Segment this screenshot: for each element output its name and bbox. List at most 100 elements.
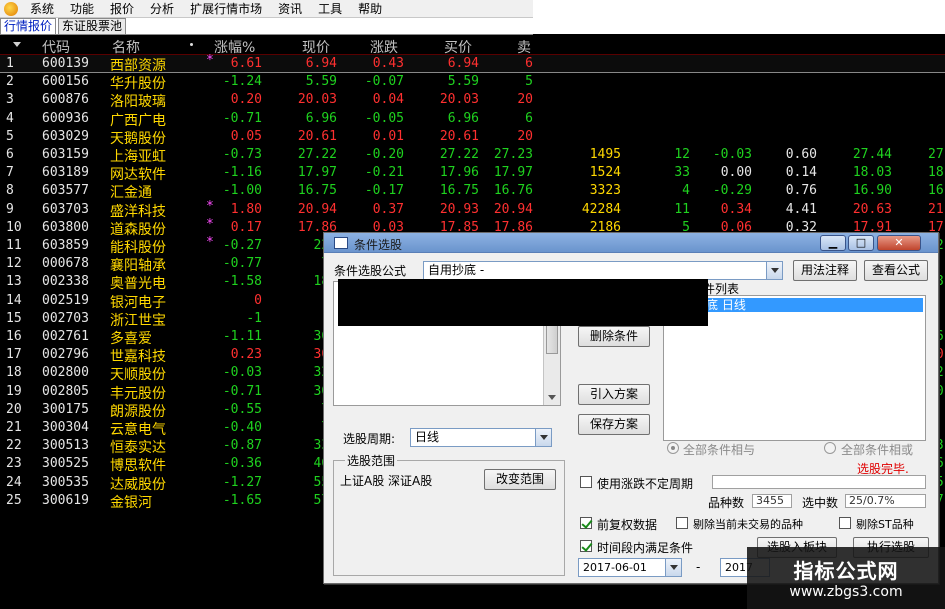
col-code[interactable]: 代码 [42,37,70,57]
stock-name: 朗源股份 [110,404,166,420]
radio-all-and[interactable] [667,442,679,454]
stock-name: 云意电气 [110,422,166,438]
dialog-title-bar[interactable]: 条件选股 ▁ □ ✕ [324,233,938,253]
stock-code: 603029 [42,129,89,144]
radio-all-or-label[interactable]: 全部条件相或 [841,441,913,458]
menu-item-function[interactable]: 功能 [62,0,102,18]
col-price[interactable]: 现价 [302,37,330,57]
stock-code: 002519 [42,293,89,308]
stock-name: 能科股份 [110,240,166,256]
row-number: 19 [6,384,22,399]
quote-cell: -1.24 [222,74,262,89]
table-row[interactable]: 9 603703 盛洋科技 * 1.80 20.94 0.37 20.93 20.94 42284… [0,199,945,220]
period-chevron-down-icon[interactable] [535,429,551,446]
tab-quotes[interactable]: 行情报价 [0,18,57,34]
time-range-checkbox[interactable] [580,540,592,552]
menu-item-tools[interactable]: 工具 [310,0,350,18]
formula-select[interactable]: 自用抄底 - [423,261,783,280]
delete-condition-button[interactable]: 删除条件 [578,326,650,347]
stock-name: 恒泰实达 [110,440,166,456]
col-name[interactable]: 名称 [112,37,140,57]
col-change-pct[interactable]: 涨幅% [214,37,255,57]
use-period-label[interactable]: 使用涨跌不定周期 [597,475,693,492]
row-number: 13 [6,274,22,289]
quote-cell: 20.61 [439,129,479,144]
quote-cell: 1495 [589,147,621,162]
exclude-suspended-label[interactable]: 剔除当前未交易的品种 [693,516,803,532]
import-plan-button[interactable]: 引入方案 [578,384,650,405]
stock-name: 博思软件 [110,458,166,474]
quote-cell: -0.40 [222,420,262,435]
date-from-chevron-icon[interactable] [665,559,681,576]
stock-flag: * [206,53,214,68]
pre-adjust-label[interactable]: 前复权数据 [597,516,657,533]
period-select[interactable]: 日线 [410,428,552,447]
quote-cell: 20.94 [493,202,533,217]
table-row[interactable]: 3 600876 洛阳玻璃 0.20 20.03 0.04 20.03 20 [0,91,945,110]
chevron-down-icon[interactable] [766,262,782,279]
quote-cell: 0.14 [785,165,817,180]
row-number: 4 [6,111,14,126]
pre-adjust-checkbox[interactable] [580,517,592,529]
usage-notes-button[interactable]: 用法注释 [793,260,857,281]
scroll-down-icon[interactable] [548,395,556,400]
table-row[interactable]: 1 600139 西部资源 * 6.61 6.94 0.43 6.94 6 [0,53,945,74]
quote-cell: 6 [525,56,533,71]
menu-item-quote[interactable]: 报价 [102,0,142,18]
row-number: 21 [6,420,22,435]
stock-flag: * [206,199,214,214]
use-period-field[interactable] [712,475,926,489]
menu-item-system[interactable]: 系统 [22,0,62,18]
col-change[interactable]: 涨跌 [370,37,398,57]
stock-code: 603577 [42,183,89,198]
close-button[interactable]: ✕ [877,235,921,251]
quote-cell: 20.63 [852,202,892,217]
quote-cell: 20.61 [297,129,337,144]
quote-cell: 6.61 [230,56,262,71]
quote-cell: 4.41 [785,202,817,217]
save-plan-button[interactable]: 保存方案 [578,414,650,435]
col-bid[interactable]: 买价 [444,37,472,57]
tab-bar: 行情报价 东证股票池 [0,18,533,35]
quote-cell: 18 [928,165,944,180]
row-number: 24 [6,475,22,490]
table-row[interactable]: 7 603189 网达软件 -1.16 17.97 -0.21 17.96 17.97 1524… [0,164,945,183]
range-title: 选股范围 [345,452,398,469]
time-range-label[interactable]: 时间段内满足条件 [597,539,693,556]
menu-item-analysis[interactable]: 分析 [142,0,182,18]
radio-all-or[interactable] [824,442,836,454]
stock-code: 603703 [42,202,89,217]
exclude-st-checkbox[interactable] [839,517,851,529]
stock-count-label: 品种数 [708,496,745,510]
row-number: 18 [6,365,22,380]
quote-cell: 27.23 [493,147,533,162]
table-row[interactable]: 4 600936 广西广电 -0.71 6.96 -0.05 6.96 6 [0,110,945,129]
view-formula-button[interactable]: 查看公式 [864,260,928,281]
use-period-checkbox[interactable] [580,476,592,488]
menu-item-help[interactable]: 帮助 [350,0,390,18]
maximize-button[interactable]: □ [848,235,874,251]
tab-stock-pool[interactable]: 东证股票池 [58,18,127,34]
menu-item-extended-market[interactable]: 扩展行情市场 [182,0,270,18]
row-number: 3 [6,92,14,107]
radio-all-and-label[interactable]: 全部条件相与 [683,441,755,458]
menu-item-news[interactable]: 资讯 [270,0,310,18]
sort-dropdown-icon[interactable] [13,42,21,47]
row-number: 16 [6,329,22,344]
table-row[interactable]: 8 603577 汇金通 -1.00 16.75 -0.17 16.75 16.76 3323 4… [0,182,945,201]
exclude-st-label[interactable]: 剔除ST品种 [856,516,914,532]
date-from-select[interactable]: 2017-06-01 [578,558,682,577]
minimize-button[interactable]: ▁ [820,235,846,251]
table-row[interactable]: 5 603029 天鹅股份 0.05 20.61 0.01 20.61 20 [0,128,945,147]
quote-cell: 1524 [589,165,621,180]
quote-cell: 5 [525,74,533,89]
table-row[interactable]: 6 603159 上海亚虹 -0.73 27.22 -0.20 27.22 27.23 1495… [0,146,945,165]
table-row[interactable]: 2 600156 华升股份 -1.24 5.59 -0.07 5.59 5 [0,73,945,92]
quote-cell: 27.22 [439,147,479,162]
redaction-block [338,279,708,326]
quote-cell: 27.22 [297,147,337,162]
change-range-button[interactable]: 改变范围 [484,469,556,490]
row-number: 25 [6,493,22,508]
col-ask[interactable]: 卖 [517,37,531,57]
exclude-suspended-checkbox[interactable] [676,517,688,529]
